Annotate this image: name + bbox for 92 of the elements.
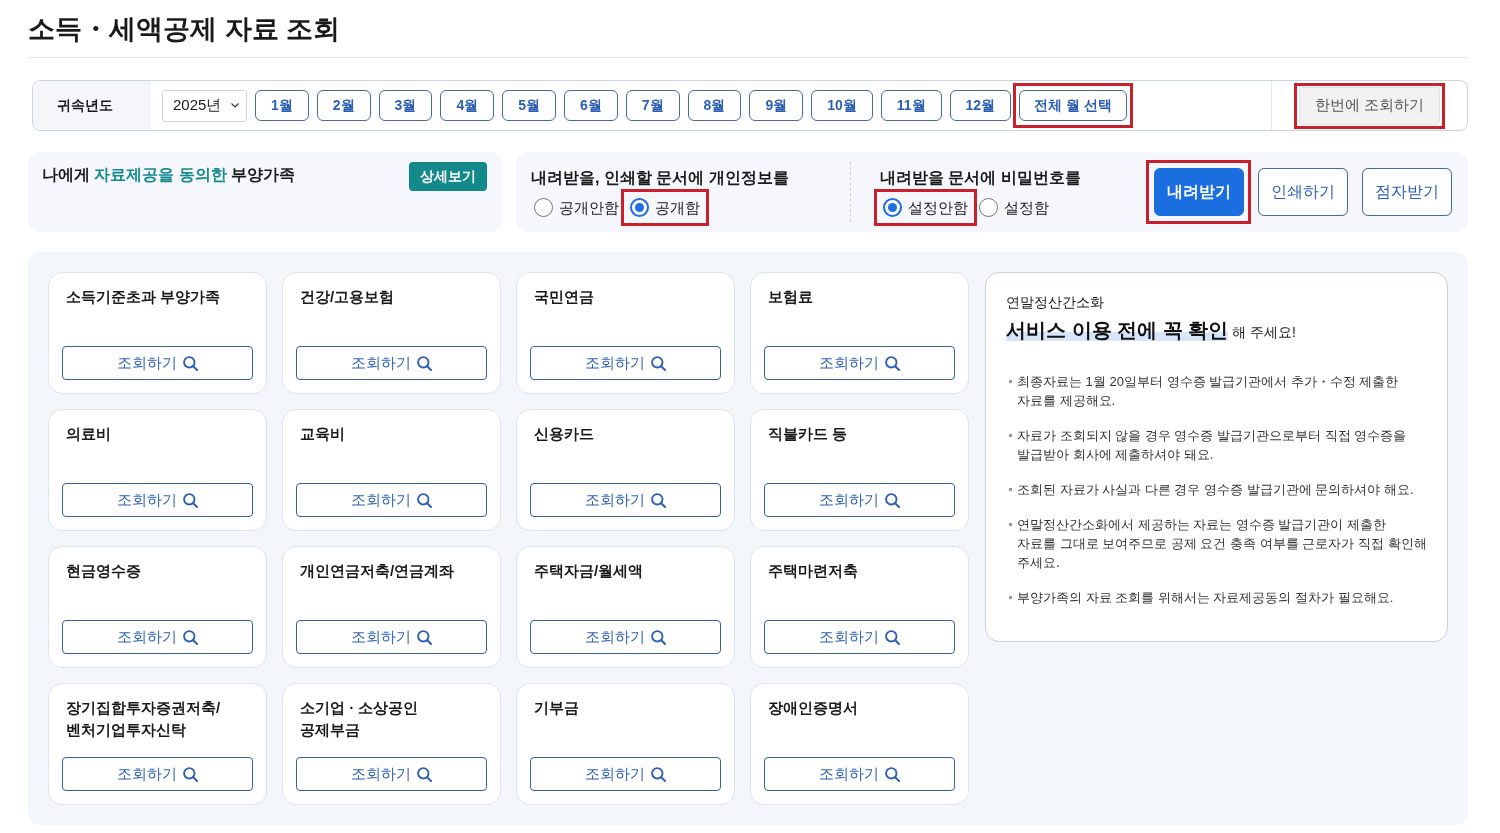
- dependents-text: 나에게 자료제공을 동의한 부양가족: [42, 165, 296, 185]
- lookup-button[interactable]: 조회하기: [764, 346, 955, 380]
- page-title: 소득・세액공제 자료 조회: [28, 0, 1468, 58]
- bullet-icon: [1009, 488, 1012, 491]
- action-button[interactable]: 점자받기: [1362, 168, 1452, 216]
- notice-text: 부양가족의 자료 조회를 위해서는 자료제공동의 절차가 필요해요.: [1017, 589, 1394, 607]
- card-title: 국민연금: [533, 287, 595, 307]
- card-title: 교육비: [299, 424, 346, 444]
- card-title: 신용카드: [533, 424, 595, 444]
- lookup-button[interactable]: 조회하기: [296, 757, 487, 791]
- radio-label[interactable]: 공개안함: [559, 197, 619, 218]
- card-title: 주택마련저축: [767, 561, 859, 581]
- search-icon: [417, 492, 432, 508]
- notice-text: 자료가 조회되지 않을 경우 영수증 발급기관으로부터 직접 영수증을 발급받아 회사에 제출하셔야 돼요.: [1017, 427, 1408, 464]
- search-icon: [183, 766, 198, 782]
- select-all-months-button[interactable]: 전체 월 선택: [1019, 90, 1127, 121]
- month-button[interactable]: 11월: [880, 90, 942, 121]
- card-title: 개인연금저축/연금계좌: [299, 561, 456, 581]
- search-icon: [651, 766, 666, 782]
- radio-button[interactable]: [979, 198, 998, 217]
- lookup-button[interactable]: 조회하기: [764, 620, 955, 654]
- lookup-button[interactable]: 조회하기: [530, 620, 721, 654]
- card-title: 기부금: [533, 698, 580, 718]
- search-icon: [183, 492, 198, 508]
- period-label: 귀속년도: [33, 81, 151, 130]
- month-button[interactable]: 9월: [749, 90, 804, 121]
- month-button[interactable]: 1월: [255, 90, 309, 121]
- notice-subtitle: 연말정산간소화: [1006, 293, 1105, 312]
- radio-label[interactable]: 설정함: [1004, 197, 1049, 218]
- lookup-button[interactable]: 조회하기: [530, 483, 721, 517]
- bullet-icon: [1009, 523, 1012, 526]
- month-button[interactable]: 10월: [811, 90, 873, 121]
- month-button[interactable]: 8월: [687, 90, 742, 121]
- search-icon: [885, 355, 900, 371]
- month-button[interactable]: 2월: [316, 90, 371, 121]
- option-label: 내려받을, 인쇄할 문서에 개인정보를: [531, 167, 790, 188]
- card-title: 보험료: [767, 287, 814, 307]
- card-title: 현금영수증: [65, 561, 142, 581]
- lookup-button[interactable]: 조회하기: [764, 757, 955, 791]
- card-title: 주택자금/월세액: [533, 561, 645, 581]
- card-title: 소득기준초과 부양가족: [65, 287, 222, 307]
- lookup-button[interactable]: 조회하기: [62, 757, 253, 791]
- lookup-button[interactable]: 조회하기: [296, 346, 487, 380]
- lookup-button[interactable]: 조회하기: [530, 346, 721, 380]
- notice-text: 연말정산간소화에서 제공하는 자료는 영수증 발급기관이 제출한 자료를 그대로 보여주므로 공제 요건 충족 여부를 근로자가 직접 확인해 주세요.: [1017, 516, 1427, 572]
- lookup-button[interactable]: 조회하기: [296, 483, 487, 517]
- bullet-icon: [1009, 434, 1012, 437]
- month-button[interactable]: 7월: [625, 90, 680, 121]
- notice-text: 조회된 자료가 사실과 다른 경우 영수증 발급기관에 문의하셔야 해요.: [1017, 481, 1414, 499]
- lookup-button[interactable]: 조회하기: [62, 620, 253, 654]
- year-select[interactable]: 2025년: [162, 89, 247, 122]
- search-icon: [183, 629, 198, 645]
- radio-button[interactable]: [534, 198, 553, 217]
- search-icon: [417, 629, 432, 645]
- option-label: 내려받을 문서에 비밀번호를: [880, 167, 1081, 188]
- notice-text: 최종자료는 1월 20일부터 영수증 발급기관에서 추가・수정 제출한 자료를 제공해요.: [1017, 373, 1400, 410]
- card-title: 장기집합투자증권저축/ 벤처기업투자신탁: [65, 698, 222, 740]
- search-icon: [885, 766, 900, 782]
- search-icon: [651, 355, 666, 371]
- card-title: 장애인증명서: [767, 698, 859, 718]
- lookup-button[interactable]: 조회하기: [530, 757, 721, 791]
- search-icon: [651, 629, 666, 645]
- bullet-icon: [1009, 596, 1012, 599]
- card-title: 직불카드 등: [767, 424, 849, 444]
- lookup-button[interactable]: 조회하기: [764, 483, 955, 517]
- radio-button[interactable]: [630, 198, 649, 217]
- card-title: 소기업 · 소상공인 공제부금: [299, 698, 420, 740]
- action-button[interactable]: 내려받기: [1154, 168, 1244, 216]
- action-button[interactable]: 인쇄하기: [1258, 168, 1348, 216]
- lookup-button[interactable]: 조회하기: [62, 346, 253, 380]
- caret-icon: [231, 103, 239, 108]
- month-button[interactable]: 6월: [564, 90, 618, 121]
- month-button[interactable]: 3월: [378, 90, 433, 121]
- search-icon: [417, 766, 432, 782]
- search-icon: [885, 492, 900, 508]
- lookup-button[interactable]: 조회하기: [296, 620, 487, 654]
- search-icon: [417, 355, 432, 371]
- lookup-button[interactable]: 조회하기: [62, 483, 253, 517]
- detail-button[interactable]: 상세보기: [409, 162, 487, 191]
- month-button[interactable]: 4월: [440, 90, 495, 121]
- month-button[interactable]: 12월: [949, 90, 1012, 121]
- month-button[interactable]: 5월: [502, 90, 556, 121]
- radio-label[interactable]: 설정안함: [908, 197, 968, 218]
- notice-heading: 서비스 이용 전에 꼭 확인 해 주세요!: [1006, 318, 1297, 343]
- search-icon: [651, 492, 666, 508]
- card-title: 의료비: [65, 424, 112, 444]
- radio-label[interactable]: 공개함: [655, 197, 700, 218]
- bullet-icon: [1009, 380, 1012, 383]
- card-title: 건강/고용보험: [299, 287, 396, 307]
- search-icon: [183, 355, 198, 371]
- radio-button[interactable]: [883, 198, 902, 217]
- search-icon: [885, 629, 900, 645]
